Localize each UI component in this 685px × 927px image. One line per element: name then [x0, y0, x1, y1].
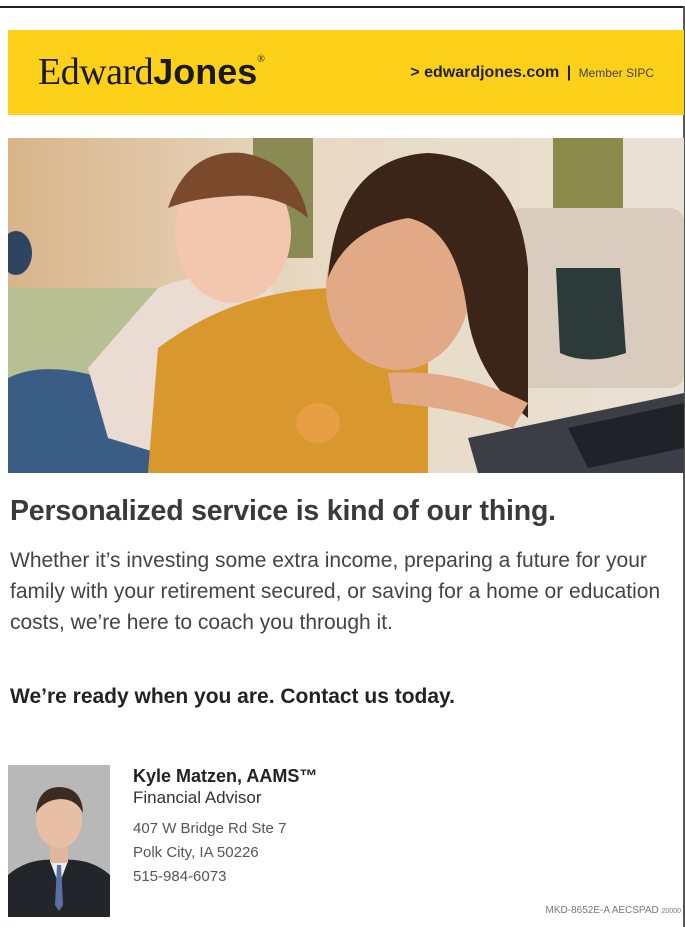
link-separator: |	[566, 64, 572, 81]
advisor-portrait	[8, 765, 110, 917]
website-link[interactable]: > edwardjones.com | Member SIPC	[410, 64, 654, 82]
hero-photo	[8, 138, 684, 473]
advisor-title: Financial Advisor	[133, 788, 262, 807]
edward-jones-logo[interactable]: EdwardJones®	[38, 50, 265, 94]
advisor-contact: Kyle Matzen, AAMS™ Financial Advisor 407…	[133, 765, 493, 889]
call-to-action: We’re ready when you are. Contact us tod…	[10, 685, 456, 708]
advisor-name: Kyle Matzen, AAMS™	[133, 766, 318, 786]
logo-bold-text: Jones	[153, 51, 258, 92]
body-copy: Whether it’s investing some extra income…	[10, 549, 661, 634]
registered-mark: ®	[257, 54, 265, 65]
link-prefix: >	[410, 64, 425, 81]
ad-code-suffix: 20000	[661, 908, 681, 915]
logo-regular-text: Edward	[38, 51, 154, 93]
phone-number[interactable]: 515-984-6073	[133, 865, 493, 889]
top-rule	[0, 6, 685, 8]
headline: Personalized service is kind of our thin…	[10, 495, 556, 527]
address-line-2: Polk City, IA 50226	[133, 844, 259, 861]
link-url: edwardjones.com	[424, 64, 560, 81]
address-line-1: 407 W Bridge Rd Ste 7	[133, 820, 287, 837]
ad-code: MKD-8652E-A AECSPAD 20000	[546, 905, 681, 916]
member-sipc: Member SIPC	[578, 66, 654, 80]
brand-banner: EdwardJones® > edwardjones.com | Member …	[8, 30, 684, 115]
ad-code-text: MKD-8652E-A AECSPAD	[545, 905, 659, 916]
